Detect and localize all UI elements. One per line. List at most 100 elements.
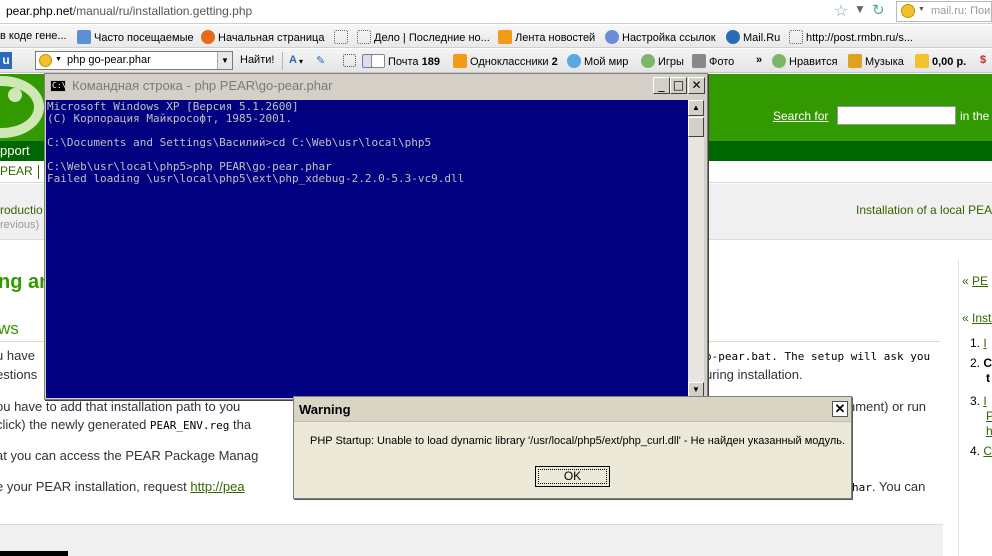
nav-item-support[interactable]: pport xyxy=(0,143,30,158)
sidebar-item-pear[interactable]: « PE xyxy=(962,274,988,288)
toolbar-more-button[interactable]: » xyxy=(756,54,762,66)
games-button[interactable]: Игры xyxy=(641,54,684,68)
sidebar-subitem[interactable]: 3. I xyxy=(970,394,987,408)
pear-logo-icon[interactable] xyxy=(0,76,44,138)
url-field[interactable]: pear.php.net/manual/ru/installation.gett… xyxy=(6,4,252,18)
text-fragment: tha xyxy=(229,417,252,432)
history-dropdown-icon[interactable]: ▼ xyxy=(854,2,866,16)
odnoklassniki-icon xyxy=(453,54,467,68)
vertical-scrollbar[interactable]: ▲ ▼ xyxy=(688,100,704,398)
search-for-text: Search for xyxy=(773,109,829,123)
sidebar-subitem-label: t xyxy=(986,371,990,385)
bookmark-star-icon[interactable]: ☆ xyxy=(834,1,848,21)
toolbar-search-input[interactable]: ▼ php go-pear.phar ▼ xyxy=(35,51,233,70)
sidebar-subitem[interactable]: 4. C xyxy=(970,444,992,458)
cmd-title: Командная строка - php PEAR\go-pear.phar xyxy=(72,78,333,93)
next-page-link[interactable]: Installation of a local PEAR xyxy=(856,203,992,217)
console-icon[interactable]: C:\ xyxy=(50,80,66,92)
prev-page-hint: revious) xyxy=(0,219,40,231)
sidebar-subitem[interactable]: 2. C xyxy=(970,356,992,370)
maximize-button[interactable]: □ xyxy=(670,77,687,94)
bookmark-item[interactable] xyxy=(334,30,351,44)
bookmark-label: http://post.rmbn.ru/s... xyxy=(806,32,913,44)
odnoklassniki-button[interactable]: Одноклассники 2 xyxy=(453,54,558,68)
console-line: Failed loading \usr\local\php5\ext\php_x… xyxy=(47,172,465,185)
sidebar-item-label: PE xyxy=(972,274,989,288)
bookmark-item[interactable]: Mail.Ru xyxy=(726,30,780,44)
mailru-icon xyxy=(726,30,740,44)
mailru-search-engine-icon[interactable] xyxy=(901,4,915,18)
bookmark-item[interactable]: Часто посещаемые xyxy=(77,30,194,44)
bookmark-item[interactable]: Дело | Последние но... xyxy=(357,30,490,44)
dialog-title: Warning xyxy=(299,402,351,417)
dotted-frame-icon xyxy=(343,54,356,67)
code-fragment: har xyxy=(852,481,872,494)
body-text-line: o-pear.bat. The setup will ask you xyxy=(705,348,930,363)
sidebar-subitem-label[interactable]: h xyxy=(986,424,992,438)
bookmark-item[interactable]: Настройка ссылок xyxy=(605,30,716,44)
bookmark-item[interactable]: в коде гене... xyxy=(0,30,67,42)
body-text-line: nment) or run xyxy=(848,399,926,414)
photo-button[interactable]: Фото xyxy=(692,54,734,68)
minimize-button[interactable]: _ xyxy=(653,77,670,94)
close-button[interactable]: ✕ xyxy=(688,77,705,94)
chevron-down-icon[interactable]: ▼ xyxy=(918,6,925,13)
money-button[interactable]: 0,00 р. xyxy=(915,54,966,68)
url-path: /manual/ru/installation.getting.php xyxy=(72,4,253,18)
pear-logo-dot xyxy=(8,88,22,102)
sidebar-item-installation[interactable]: « Insta xyxy=(962,311,992,325)
sidebar-subitem-label[interactable]: P xyxy=(986,409,992,423)
footer-box xyxy=(0,524,943,556)
dialog-close-button[interactable]: ✕ xyxy=(832,401,848,417)
search-history-dropdown[interactable]: ▼ xyxy=(217,52,232,69)
likes-button[interactable]: Нравится xyxy=(772,54,838,68)
search-engine-icon[interactable] xyxy=(39,54,52,67)
highlight-pen-icon[interactable]: ✎ xyxy=(316,54,325,67)
my-world-button[interactable]: Мой мир xyxy=(567,54,628,68)
chevron-down-icon[interactable]: ▾ xyxy=(299,57,303,66)
reload-icon[interactable]: ↻ xyxy=(872,1,885,19)
list-number: 2. xyxy=(970,356,981,370)
web-search-field[interactable]: ▼ mail.ru: Пои xyxy=(896,1,992,22)
scroll-up-button[interactable]: ▲ xyxy=(688,100,704,116)
site-search-input[interactable] xyxy=(837,106,956,125)
text-fragment: estions xyxy=(0,367,38,382)
find-button[interactable]: Найти! xyxy=(240,54,274,66)
cmd-titlebar[interactable]: C:\ Командная строка - php PEAR\go-pear.… xyxy=(45,74,707,98)
bookmark-item[interactable]: Начальная страница xyxy=(201,30,324,44)
dialog-message: PHP Startup: Unable to load dynamic libr… xyxy=(310,435,846,447)
screenshot-icon[interactable] xyxy=(343,54,359,67)
section-heading: ws xyxy=(0,319,19,338)
toolbar-menu-button[interactable]: u xyxy=(0,52,12,69)
font-size-icon[interactable]: A xyxy=(289,54,297,66)
ok-button[interactable]: OK xyxy=(535,466,610,487)
mail-count: 189 xyxy=(421,56,440,68)
command-prompt-window[interactable]: C:\ Командная строка - php PEAR\go-pear.… xyxy=(44,73,708,400)
text-fragment: u have xyxy=(0,348,36,363)
pear-url-link[interactable]: http://pea xyxy=(190,479,244,494)
scroll-thumb[interactable] xyxy=(688,117,704,137)
bookmark-label: Дело | Последние но... xyxy=(374,32,490,44)
warning-dialog[interactable]: Warning ✕ PHP Startup: Unable to load dy… xyxy=(293,396,852,499)
bookmark-item[interactable]: http://post.rmbn.ru/s... xyxy=(789,30,913,44)
bookmark-item[interactable]: Лента новостей xyxy=(498,30,595,44)
bookmark-label: Mail.Ru xyxy=(743,32,781,44)
dialog-titlebar[interactable]: Warning ✕ xyxy=(294,397,851,422)
code-fragment: PEAR_ENV.reg xyxy=(149,419,230,432)
music-button[interactable]: Музыка xyxy=(848,54,904,68)
chevron-down-icon[interactable]: ▼ xyxy=(55,56,62,63)
console-output[interactable]: Microsoft Windows XP [Версия 5.1.2600] (… xyxy=(46,100,688,398)
text-fragment: uring installation. xyxy=(705,367,803,382)
music-label: Музыка xyxy=(865,56,904,68)
body-text-line: estions xyxy=(0,367,37,382)
dollar-icon[interactable]: $ xyxy=(980,54,986,66)
money-label: 0,00 р. xyxy=(932,56,967,68)
my-world-label: Мой мир xyxy=(584,56,629,68)
prev-page-link[interactable]: roductio xyxy=(0,203,43,217)
sidebar-subitem-label: P xyxy=(986,409,992,423)
camera-icon xyxy=(692,54,706,68)
sub-nav-item-pear[interactable]: PEAR xyxy=(0,164,39,179)
sidebar-subitem[interactable]: 1. I xyxy=(970,336,987,350)
sidebar-subitem-label: h xyxy=(986,424,992,438)
mail-button[interactable]: Почта 189 xyxy=(371,54,440,68)
